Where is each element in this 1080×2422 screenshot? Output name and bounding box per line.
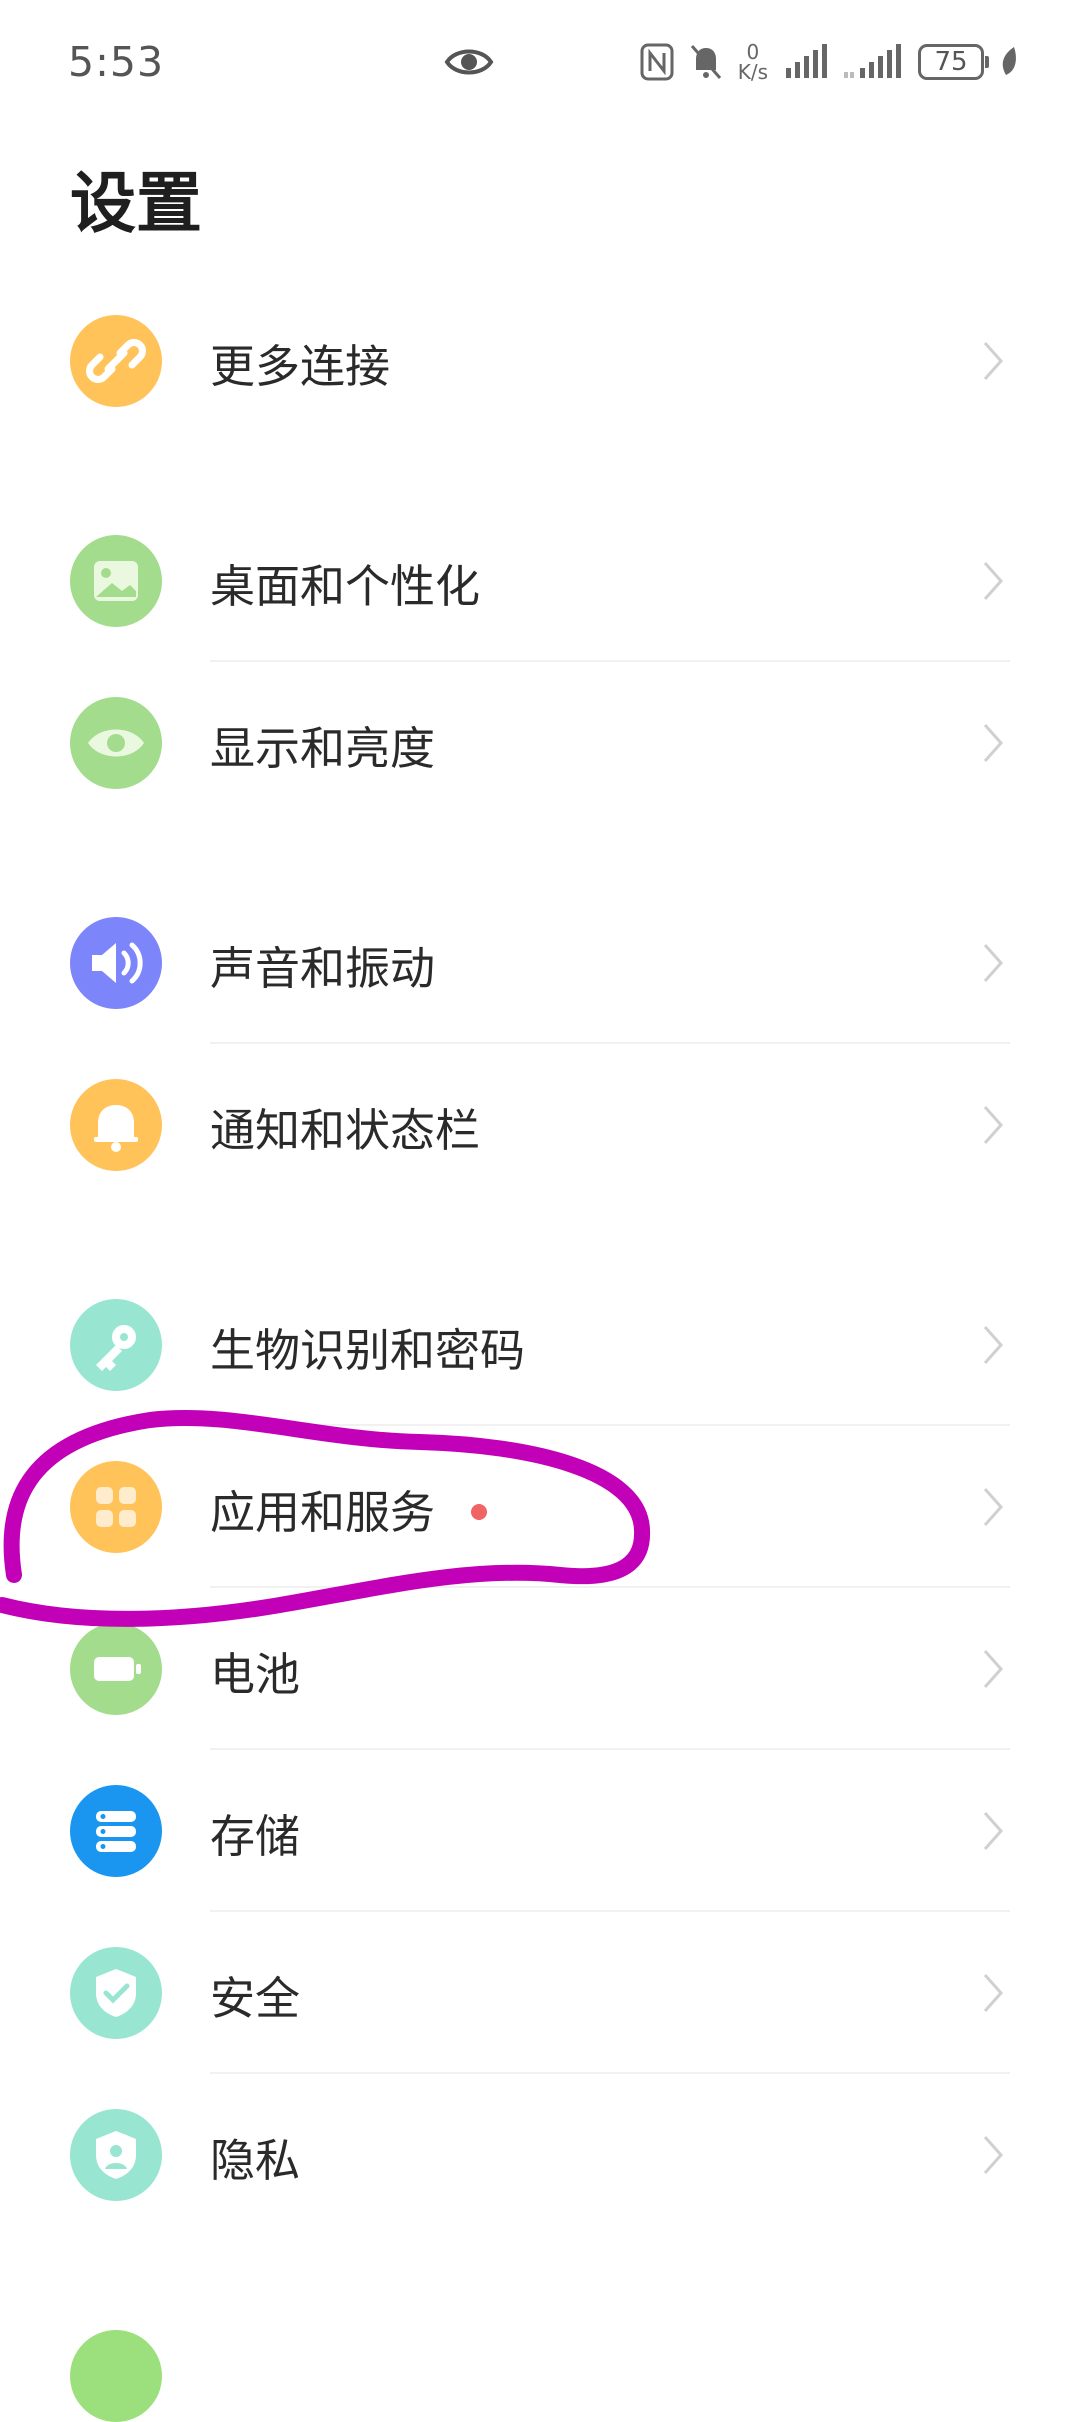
network-speed-value: 0 [746,40,760,64]
chevron-right-icon [983,562,1004,600]
mute-bell-icon [690,45,721,79]
chevron-right-icon [983,342,1004,380]
settings-item-label: 生物识别和密码 [210,1324,526,1377]
shield-person-icon [70,2109,162,2201]
page-title: 设置 [70,165,202,242]
bell-icon [70,1079,162,1171]
status-time: 5:53 [68,38,165,86]
settings-item-more-connections[interactable]: 更多连接 [0,280,1080,442]
key-icon [70,1299,162,1391]
settings-item-apps-services[interactable]: 应用和服务 [0,1426,1080,1588]
chevron-right-icon [983,1106,1004,1144]
status-bar: 5:53 0 K/s 75 [0,0,1080,120]
chevron-right-icon [983,1974,1004,2012]
settings-item-label: 电池 [210,1648,301,1701]
chevron-right-icon [983,1326,1004,1364]
settings-item-security[interactable]: 安全 [0,1912,1080,2074]
settings-item-label: 安全 [210,1972,301,2025]
signal-icon [786,44,827,78]
settings-item-battery[interactable]: 电池 [0,1588,1080,1750]
nfc-icon [640,43,674,81]
settings-item-label: 隐私 [210,2134,301,2187]
eye-icon [70,697,162,789]
settings-item-label-text: 应用和服务 [210,1486,436,1539]
settings-item-sound-vibration[interactable]: 声音和振动 [0,882,1080,1044]
chevron-right-icon [983,944,1004,982]
settings-item-notifications-statusbar[interactable]: 通知和状态栏 [0,1044,1080,1206]
battery-indicator: 75 [918,44,989,80]
chevron-right-icon [983,1812,1004,1850]
settings-item-display-brightness[interactable]: 显示和亮度 [0,662,1080,824]
settings-item-label: 存储 [210,1810,301,1863]
network-speed: 0 K/s [738,42,768,82]
chevron-right-icon [983,2136,1004,2174]
settings-item-privacy[interactable]: 隐私 [0,2074,1080,2236]
settings-item-label: 应用和服务 [210,1476,488,1541]
settings-item-desktop-personalization[interactable]: 桌面和个性化 [0,500,1080,662]
storage-icon [70,1785,162,1877]
new-badge [471,1504,488,1520]
settings-item-label: 通知和状态栏 [210,1104,481,1157]
settings-item-label: 显示和亮度 [210,722,436,775]
image-icon [70,535,162,627]
speaker-icon [70,917,162,1009]
settings-item-label: 桌面和个性化 [210,560,481,613]
battery-icon [70,1623,162,1715]
chevron-right-icon [983,1488,1004,1526]
settings-item-label: 声音和振动 [210,942,436,995]
chevron-right-icon [983,724,1004,762]
apps-icon [70,1461,162,1553]
signal-icon [844,44,901,78]
chevron-right-icon [983,1650,1004,1688]
eye-icon [444,49,494,75]
shield-check-icon [70,1947,162,2039]
settings-item-storage[interactable]: 存储 [0,1750,1080,1912]
settings-item-icon-partial [70,2330,162,2422]
network-speed-unit: K/s [737,60,768,84]
link-icon [70,315,162,407]
settings-item-biometrics-password[interactable]: 生物识别和密码 [0,1264,1080,1426]
leaf-icon [1002,47,1016,75]
settings-item-label: 更多连接 [210,340,391,393]
